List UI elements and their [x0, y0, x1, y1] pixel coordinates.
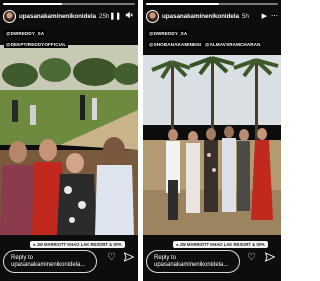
username[interactable]: upasanakaminenikonidela [19, 13, 96, 20]
location-pin-icon: ● [176, 242, 179, 247]
username[interactable]: upasanakaminenikonidela [162, 13, 239, 20]
reply-field[interactable]: Reply to upasanakaminenikonidela... [146, 250, 240, 273]
location-label: JW MARRIOTT KHAO LAK RESORT & SPA [179, 242, 265, 247]
avatar[interactable] [146, 9, 159, 23]
mention-tag-shobanakamineni[interactable]: @SHOBANAKAMINENI [147, 41, 204, 48]
mention-tag-almavsramcharan[interactable]: @ALMAVSRAMCHARAN [203, 41, 263, 48]
location-label: JW MARRIOTT KHAO LAK RESORT & SPA [36, 242, 122, 247]
story-progress-bar [3, 3, 135, 5]
location-pin-icon: ● [33, 242, 36, 247]
story-progress-fill [3, 3, 63, 5]
heart-icon[interactable]: ♡ [107, 252, 116, 263]
story-time-ago: 5h [242, 12, 249, 20]
reply-field[interactable]: Reply to upasanakaminenikonidela... [3, 250, 97, 273]
story-right[interactable]: upasanakaminenikonidela 5h ▶ ⋯ @DWREDDY_… [143, 0, 281, 281]
story-header: upasanakaminenikonidela 25h ❚❚ ⋯ [3, 8, 138, 24]
heart-icon[interactable]: ♡ [247, 252, 256, 263]
location-sticker[interactable]: ● JW MARRIOTT KHAO LAK RESORT & SPA [173, 241, 268, 248]
send-icon[interactable] [123, 252, 135, 265]
send-icon[interactable] [264, 252, 276, 265]
speaker-mute-icon[interactable] [125, 11, 134, 21]
play-icon[interactable]: ▶ [262, 12, 267, 20]
story-left[interactable]: upasanakaminenikonidela 25h ❚❚ ⋯ @DWREDD… [0, 0, 138, 281]
mention-tag-deeptireddy[interactable]: @DEEPTIREDDYOFFICIAL [4, 41, 69, 48]
story-header: upasanakaminenikonidela 5h ▶ ⋯ [146, 8, 278, 24]
story-progress-fill [146, 3, 219, 5]
location-sticker[interactable]: ● JW MARRIOTT KHAO LAK RESORT & SPA [30, 241, 125, 248]
more-dots-icon[interactable]: ⋯ [271, 12, 278, 20]
avatar[interactable] [3, 9, 16, 23]
mention-tag-dwreddy[interactable]: @DWREDDY_SA [147, 30, 190, 37]
story-progress-bar [146, 3, 278, 5]
story-time-ago: 25h [99, 12, 110, 20]
mention-tag-dwreddy[interactable]: @DWREDDY_SA [4, 30, 47, 37]
more-dots-icon[interactable]: ⋯ [137, 12, 138, 20]
pause-icon[interactable]: ❚❚ [109, 12, 121, 20]
